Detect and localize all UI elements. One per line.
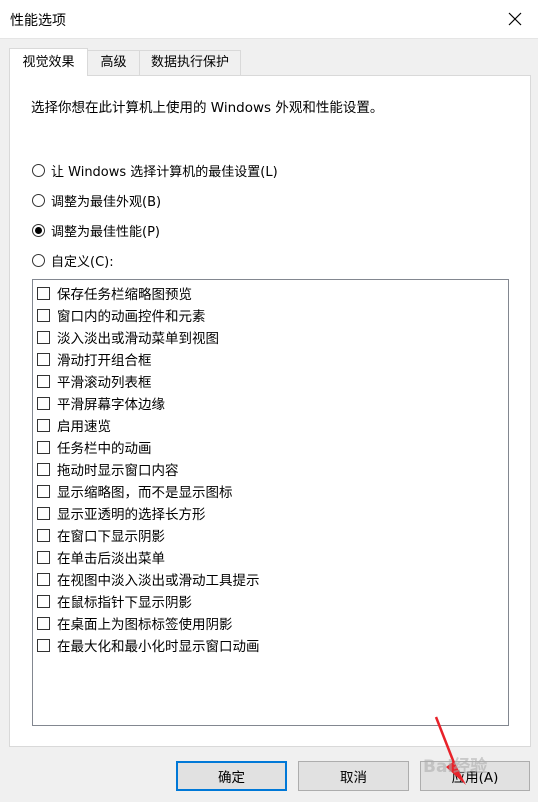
- list-item[interactable]: 在视图中淡入淡出或滑动工具提示: [37, 569, 260, 589]
- list-item[interactable]: 平滑屏幕字体边缘: [37, 393, 165, 413]
- checkbox[interactable]: [37, 330, 50, 344]
- option-label: 平滑屏幕字体边缘: [57, 397, 165, 413]
- option-label: 滑动打开组合框: [57, 353, 152, 369]
- list-item[interactable]: 滑动打开组合框: [37, 349, 152, 369]
- list-item[interactable]: 窗口内的动画控件和元素: [37, 305, 206, 325]
- tab-panel: 选择你想在此计算机上使用的 Windows 外观和性能设置。 让 Windows…: [9, 75, 531, 747]
- checkbox[interactable]: [37, 638, 50, 652]
- checkbox[interactable]: [37, 308, 50, 322]
- tab-dep[interactable]: 数据执行保护: [139, 50, 241, 75]
- list-item[interactable]: 平滑滚动列表框: [37, 371, 152, 391]
- radio-best-performance[interactable]: 调整为最佳性能(P): [32, 220, 160, 240]
- option-label: 保存任务栏缩略图预览: [57, 287, 192, 303]
- list-item[interactable]: 在最大化和最小化时显示窗口动画: [37, 635, 260, 655]
- radio-button[interactable]: [32, 163, 45, 177]
- option-label: 显示亚透明的选择长方形: [57, 507, 206, 523]
- option-label: 在单击后淡出菜单: [57, 551, 165, 567]
- tab-label: 视觉效果: [22, 55, 75, 70]
- checkbox[interactable]: [37, 484, 50, 498]
- checkbox[interactable]: [37, 352, 50, 366]
- checkbox[interactable]: [37, 440, 50, 454]
- radio-button[interactable]: [32, 193, 45, 207]
- list-item[interactable]: 启用速览: [37, 415, 111, 435]
- radio-label: 调整为最佳外观(B): [51, 194, 162, 210]
- option-label: 在窗口下显示阴影: [57, 529, 165, 545]
- annotation-arrow-icon: [434, 716, 466, 785]
- list-item[interactable]: 在鼠标指针下显示阴影: [37, 591, 192, 611]
- radio-let-windows-choose[interactable]: 让 Windows 选择计算机的最佳设置(L): [32, 160, 278, 180]
- window-title: 性能选项: [10, 13, 66, 29]
- ok-button[interactable]: 确定: [176, 761, 287, 791]
- list-item[interactable]: 在单击后淡出菜单: [37, 547, 165, 567]
- tab-label: 数据执行保护: [150, 55, 229, 70]
- checkbox[interactable]: [37, 572, 50, 586]
- radio-custom[interactable]: 自定义(C):: [32, 250, 114, 270]
- option-label: 在视图中淡入淡出或滑动工具提示: [57, 573, 260, 589]
- checkbox[interactable]: [37, 550, 50, 564]
- list-item[interactable]: 在桌面上为图标标签使用阴影: [37, 613, 233, 633]
- list-item[interactable]: 任务栏中的动画: [37, 437, 152, 457]
- checkbox[interactable]: [37, 462, 50, 476]
- list-item[interactable]: 显示亚透明的选择长方形: [37, 503, 206, 523]
- tab-visual-effects[interactable]: 视觉效果: [9, 48, 88, 76]
- button-label: 取消: [340, 770, 367, 786]
- list-item[interactable]: 在窗口下显示阴影: [37, 525, 165, 545]
- checkbox[interactable]: [37, 528, 50, 542]
- list-item[interactable]: 保存任务栏缩略图预览: [37, 283, 192, 303]
- radio-best-appearance[interactable]: 调整为最佳外观(B): [32, 190, 161, 210]
- option-label: 在最大化和最小化时显示窗口动画: [57, 639, 260, 655]
- checkbox[interactable]: [37, 418, 50, 432]
- radio-label: 自定义(C):: [51, 254, 114, 270]
- list-item[interactable]: 拖动时显示窗口内容: [37, 459, 179, 479]
- close-button[interactable]: [492, 0, 538, 38]
- close-icon: [508, 12, 522, 26]
- list-item[interactable]: 淡入淡出或滑动菜单到视图: [37, 327, 219, 347]
- option-label: 淡入淡出或滑动菜单到视图: [57, 331, 219, 347]
- cancel-button[interactable]: 取消: [298, 761, 409, 791]
- checkbox[interactable]: [37, 374, 50, 388]
- tab-label: 高级: [100, 55, 127, 70]
- option-label: 窗口内的动画控件和元素: [57, 309, 206, 325]
- checkbox[interactable]: [37, 506, 50, 520]
- button-label: 确定: [218, 770, 245, 786]
- title-bar: 性能选项: [0, 0, 538, 39]
- radio-label: 让 Windows 选择计算机的最佳设置(L): [51, 164, 278, 180]
- option-label: 启用速览: [57, 419, 111, 435]
- checkbox[interactable]: [37, 396, 50, 410]
- options-list[interactable]: 保存任务栏缩略图预览 窗口内的动画控件和元素 淡入淡出或滑动菜单到视图 滑动打开…: [32, 279, 509, 726]
- list-item[interactable]: 显示缩略图，而不是显示图标: [37, 481, 233, 501]
- option-label: 平滑滚动列表框: [57, 375, 152, 391]
- option-label: 显示缩略图，而不是显示图标: [57, 485, 233, 501]
- option-label: 在桌面上为图标标签使用阴影: [57, 617, 233, 633]
- checkbox[interactable]: [37, 616, 50, 630]
- checkbox[interactable]: [37, 286, 50, 300]
- description-text: 选择你想在此计算机上使用的 Windows 外观和性能设置。: [31, 100, 384, 116]
- radio-button[interactable]: [32, 223, 45, 237]
- checkbox[interactable]: [37, 594, 50, 608]
- option-label: 任务栏中的动画: [57, 441, 152, 457]
- radio-button[interactable]: [32, 253, 45, 267]
- option-label: 拖动时显示窗口内容: [57, 463, 179, 479]
- tab-advanced[interactable]: 高级: [86, 50, 141, 75]
- option-label: 在鼠标指针下显示阴影: [57, 595, 192, 611]
- radio-label: 调整为最佳性能(P): [51, 224, 160, 240]
